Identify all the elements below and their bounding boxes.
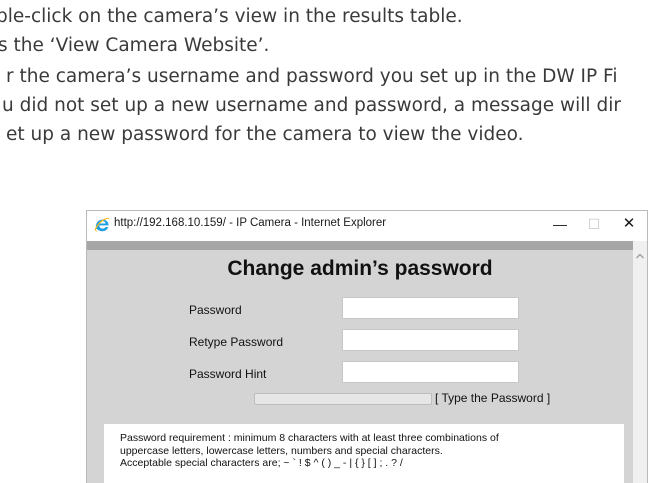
scroll-up-arrow-icon[interactable] [635,251,645,261]
instruction-text: ble-click on the camera’s view in the re… [0,0,667,200]
minimize-button[interactable]: — [547,213,573,235]
requirement-line: uppercase letters, lowercase letters, nu… [120,444,443,457]
password-hint-field[interactable] [342,361,519,383]
requirement-line: Acceptable special characters are; ~ ` !… [120,457,403,469]
vertical-scrollbar[interactable] [633,241,647,483]
window-title: http://192.168.10.159/ - IP Camera - Int… [114,217,387,229]
instruction-line: s the ‘View Camera Website’. [0,35,270,56]
page-title: Change admin’s password [227,257,493,280]
internet-explorer-icon [94,217,110,232]
instruction-line: r the camera’s username and password you… [6,66,618,87]
instruction-line: et up a new password for the camera to v… [6,124,524,145]
instruction-line: u did not set up a new username and pass… [2,95,621,116]
password-hint-label: Password Hint [189,367,267,381]
password-requirements: Password requirement : minimum 8 charact… [120,432,620,470]
close-button[interactable]: ✕ [616,213,642,235]
title-bar[interactable]: http://192.168.10.159/ - IP Camera - Int… [87,211,647,239]
browser-window: http://192.168.10.159/ - IP Camera - Int… [86,210,648,483]
retype-password-label: Retype Password [189,335,284,349]
password-strength-bar [254,393,432,405]
page-content: Change admin’s password Password Retype … [87,250,633,483]
password-field[interactable] [342,297,519,319]
retype-password-field[interactable] [342,329,519,351]
password-strength-text: [ Type the Password ] [435,391,551,405]
password-requirements-box: Password requirement : minimum 8 charact… [104,424,624,483]
maximize-button[interactable]: ☐ [581,213,607,235]
password-label: Password [189,303,242,317]
page-header-strip [87,241,633,250]
instruction-line: ble-click on the camera’s view in the re… [0,6,463,27]
requirement-line: Password requirement : minimum 8 charact… [120,432,499,444]
